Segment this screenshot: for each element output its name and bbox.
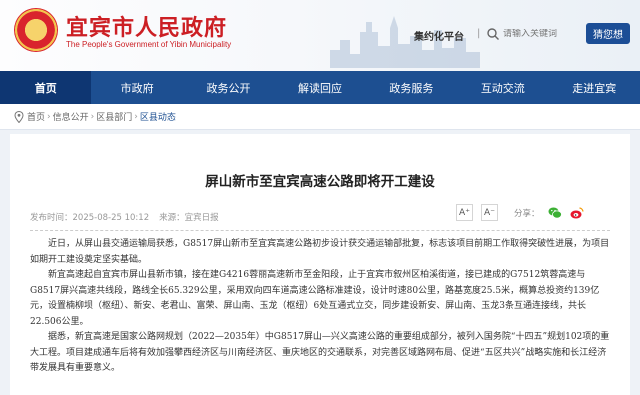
meta-divider bbox=[30, 230, 610, 231]
platform-link[interactable]: 集约化平台 bbox=[414, 28, 464, 43]
platform-link-label: 集约化平台 bbox=[414, 32, 464, 43]
nav-item-about-yibin[interactable]: 走进宜宾 bbox=[549, 71, 640, 104]
nav-item-home[interactable]: 首页 bbox=[0, 71, 92, 104]
breadcrumb-info[interactable]: 信息公开 bbox=[53, 110, 89, 123]
search-box[interactable] bbox=[486, 24, 582, 44]
weibo-icon[interactable] bbox=[570, 206, 584, 220]
nav-item-interpretation[interactable]: 解读回应 bbox=[274, 71, 365, 104]
article-paragraph: 新宜高速起自宜宾市屏山县新市镇，接在建G4216蓉丽高速新市至金阳段，止于宜宾市… bbox=[30, 270, 600, 327]
search-icon[interactable] bbox=[486, 27, 500, 41]
guess-button[interactable]: 猜您想 bbox=[586, 23, 630, 44]
national-emblem[interactable] bbox=[14, 8, 58, 52]
font-increase-button[interactable]: A⁺ bbox=[456, 204, 473, 221]
article-source: 来源：宜宾日报 bbox=[159, 213, 219, 223]
nav-item-services[interactable]: 政务服务 bbox=[366, 71, 457, 104]
main-nav: 首页 市政府 政务公开 解读回应 政务服务 互动交流 走进宜宾 bbox=[0, 71, 640, 104]
location-icon bbox=[14, 110, 24, 123]
breadcrumb-separator: › bbox=[90, 111, 95, 122]
breadcrumb: 首页 › 信息公开 › 区县部门 › 区县动态 bbox=[0, 104, 640, 130]
article-tools: A⁺ A⁻ 分享： bbox=[456, 204, 584, 221]
font-decrease-button[interactable]: A⁻ bbox=[481, 204, 498, 221]
breadcrumb-separator: › bbox=[134, 111, 138, 122]
nav-item-interaction[interactable]: 互动交流 bbox=[457, 71, 548, 104]
header-divider: | bbox=[477, 28, 481, 39]
breadcrumb-current[interactable]: 区县动态 bbox=[140, 110, 176, 123]
article-meta: 发布时间：2025-08-25 10:12 来源：宜宾日报 bbox=[30, 211, 219, 223]
nav-item-government[interactable]: 市政府 bbox=[91, 71, 182, 104]
article-paragraph: 近日，从屏山县交通运输局获悉，G8517屏山新市至宜宾高速公路初步设计获交通运输… bbox=[30, 239, 610, 265]
breadcrumb-separator: › bbox=[47, 111, 51, 122]
site-header: 宜宾市人民政府 The People's Government of Yibin… bbox=[0, 0, 640, 71]
article-paragraph: 据悉，新宜高速是国家公路网规划（2022—2035年）中G8517屏山—兴义高速… bbox=[30, 332, 610, 373]
nav-item-gov-affairs[interactable]: 政务公开 bbox=[183, 71, 274, 104]
article-body: 近日，从屏山县交通运输局获悉，G8517屏山新市至宜宾高速公路初步设计获交通运输… bbox=[30, 237, 612, 377]
article-card: 屏山新市至宜宾高速公路即将开工建设 发布时间：2025-08-25 10:12 … bbox=[10, 134, 630, 395]
breadcrumb-home[interactable]: 首页 bbox=[27, 110, 45, 123]
site-subtitle: The People's Government of Yibin Municip… bbox=[66, 40, 232, 49]
search-input[interactable] bbox=[503, 29, 581, 39]
breadcrumb-district[interactable]: 区县部门 bbox=[96, 110, 132, 123]
publish-time: 发布时间：2025-08-25 10:12 bbox=[30, 213, 150, 223]
share-label: 分享： bbox=[514, 208, 540, 219]
article-title: 屏山新市至宜宾高速公路即将开工建设 bbox=[205, 174, 435, 190]
site-title[interactable]: 宜宾市人民政府 bbox=[66, 10, 227, 42]
wechat-icon[interactable] bbox=[548, 206, 562, 220]
